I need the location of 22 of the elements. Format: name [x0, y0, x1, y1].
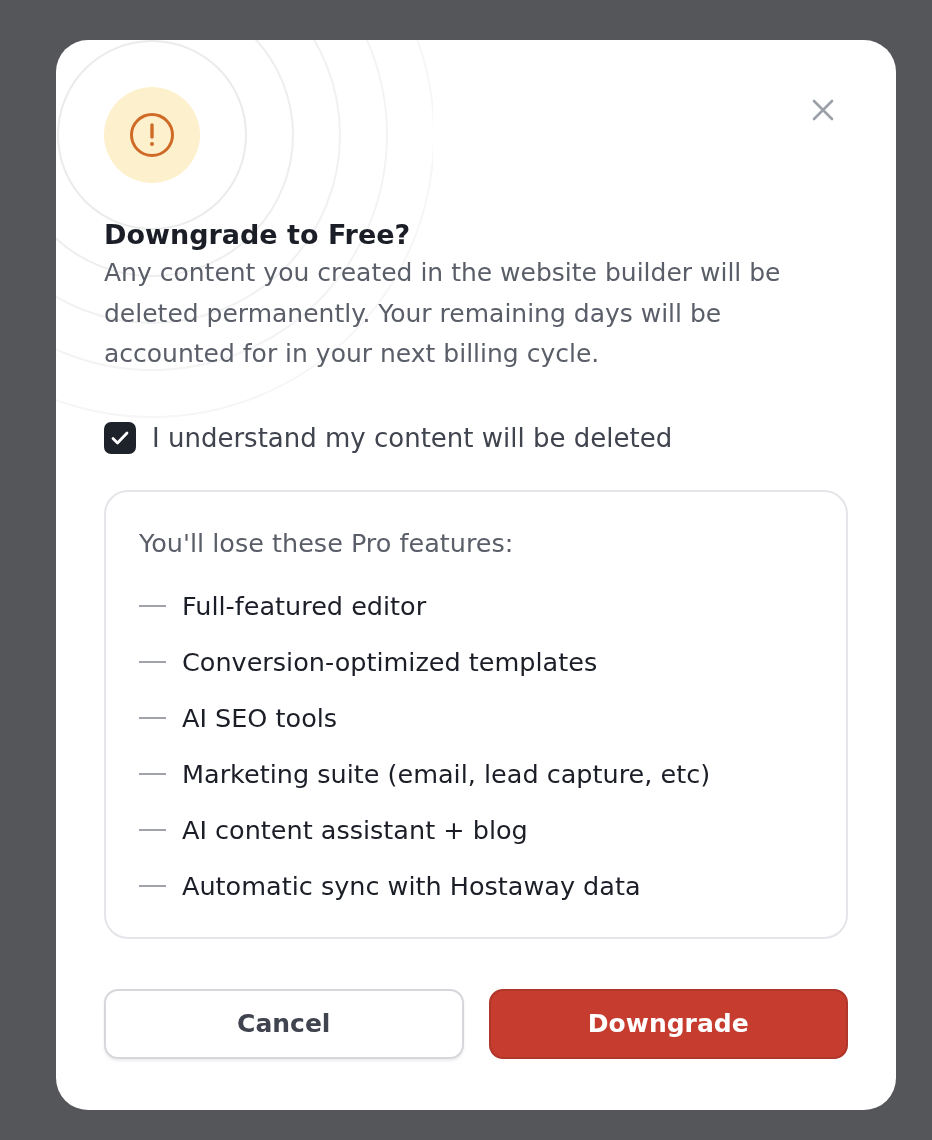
feature-item: AI content assistant + blog — [182, 813, 528, 846]
downgrade-button[interactable]: Downgrade — [488, 988, 848, 1059]
dialog-description: Any content you created in the website builder will be deleted permanently. Your remaining days will be accounted for in your next billing cycle. — [104, 257, 782, 370]
dash-icon — [139, 604, 166, 607]
checkbox[interactable] — [104, 421, 136, 454]
feature-item: Full-featured editor — [182, 589, 427, 622]
dash-icon — [139, 828, 166, 831]
dash-icon — [139, 660, 166, 663]
cancel-button[interactable]: Cancel — [104, 988, 464, 1059]
features-heading: You'll lose these Pro features: — [139, 526, 515, 559]
checkbox-label: I understand my content will be deleted — [152, 421, 673, 454]
dialog-title: Downgrade to Free? — [104, 218, 412, 252]
feature-item: Automatic sync with Hostaway data — [182, 869, 641, 902]
dash-icon — [139, 716, 166, 719]
close-icon — [812, 99, 834, 121]
check-icon — [111, 430, 129, 445]
alert-icon — [104, 87, 200, 183]
feature-item: Marketing suite (email, lead capture, etc) — [182, 757, 711, 790]
dash-icon — [139, 772, 166, 775]
feature-item: Conversion-optimized templates — [182, 645, 598, 678]
dash-icon — [139, 884, 166, 887]
feature-item: AI SEO tools — [182, 701, 338, 734]
